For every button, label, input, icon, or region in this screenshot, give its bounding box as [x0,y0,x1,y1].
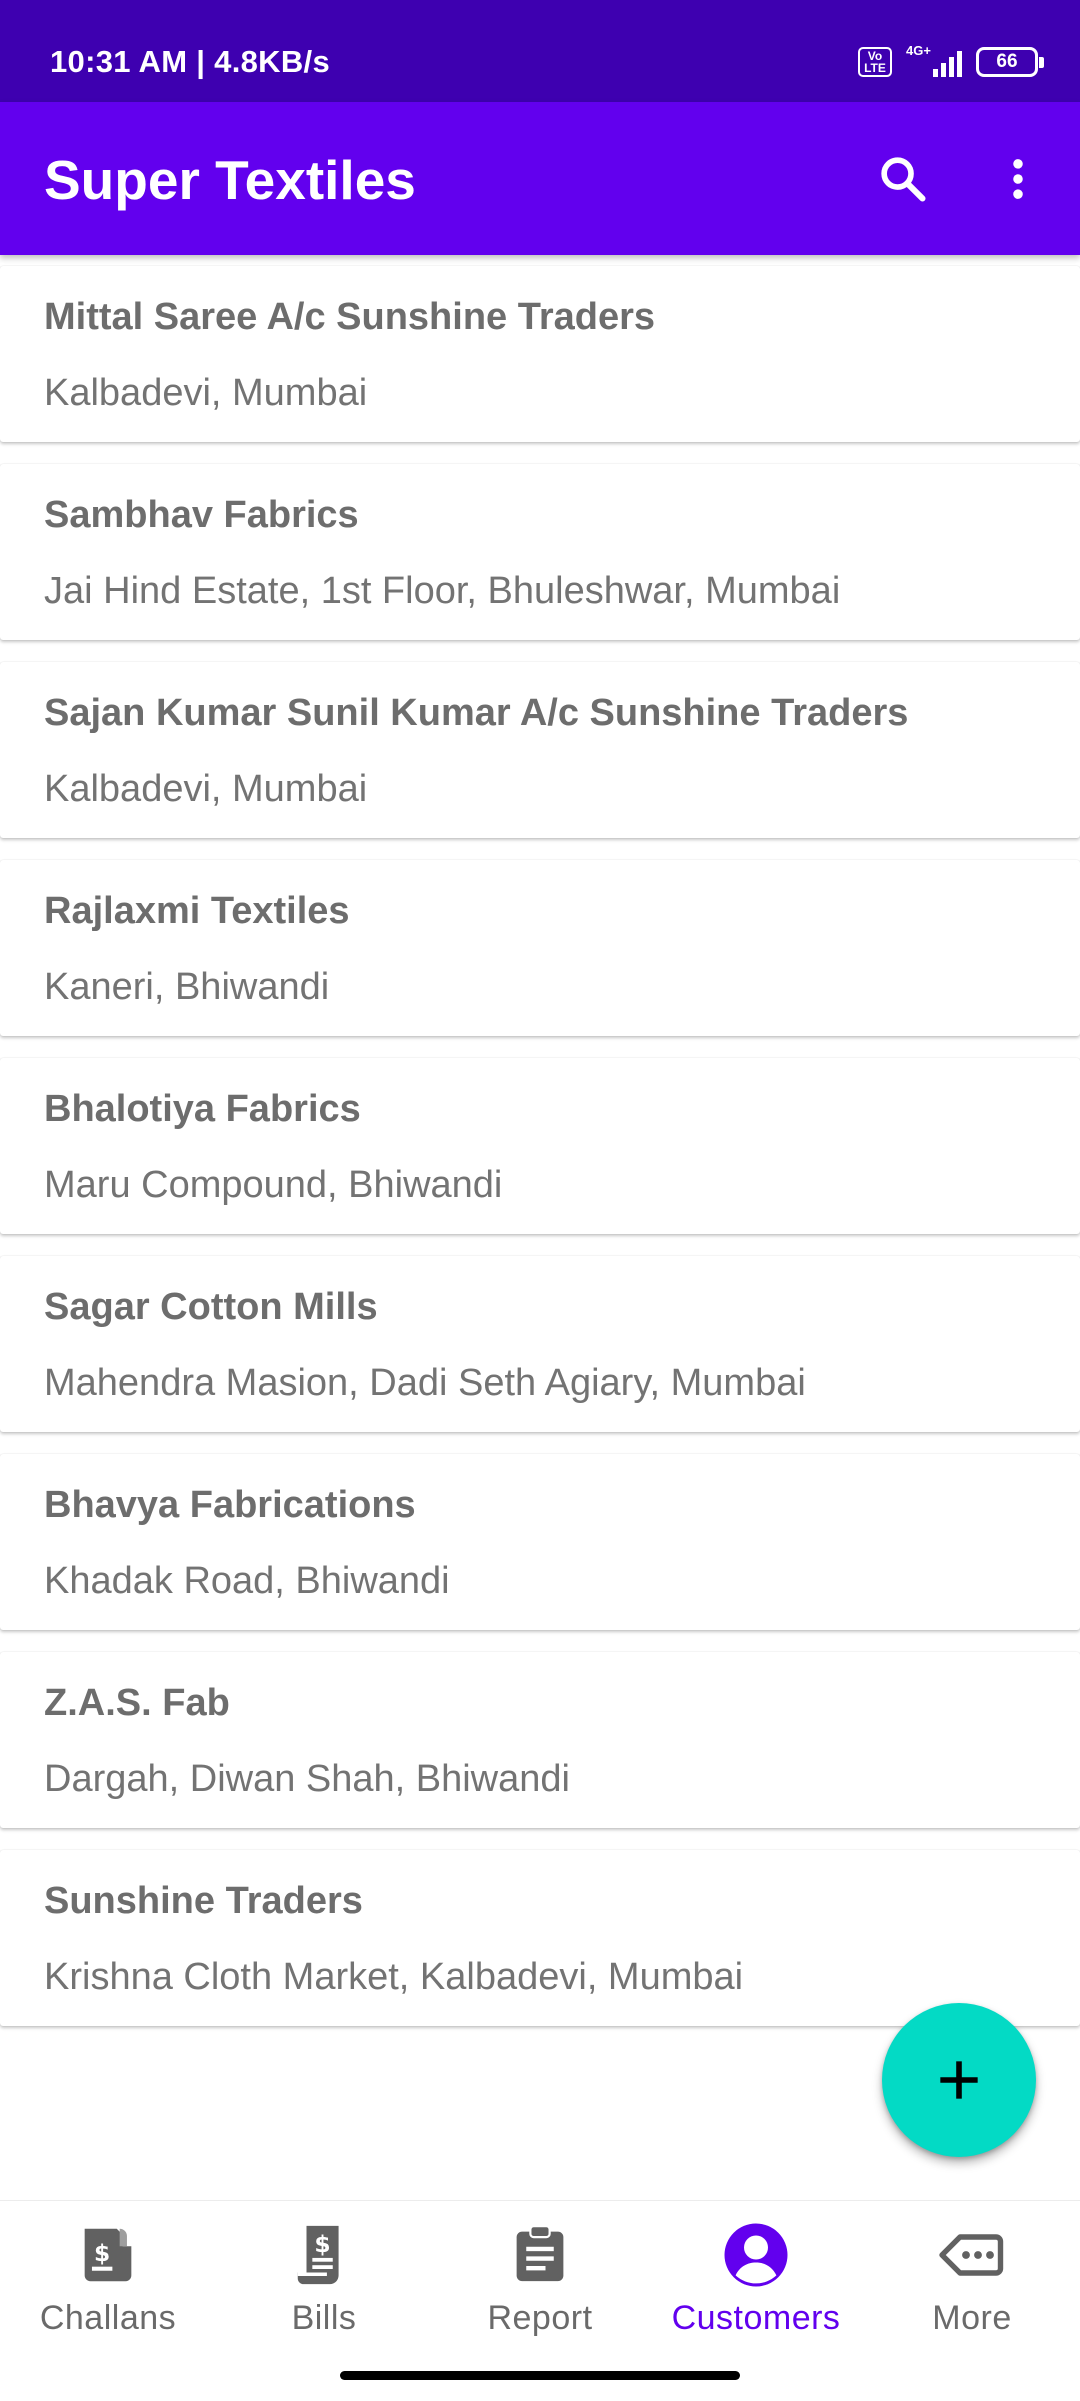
status-bar: 10:31 AM | 4.8KB/s Vo LTE 4G+ 66 [0,0,1080,102]
nav-label: Bills [291,2299,357,2337]
customer-address: Maru Compound, Bhiwandi [44,1164,503,1206]
signal-bars [933,51,962,77]
more-vert-icon [1013,159,1023,199]
network-type-label: 4G+ [906,43,931,58]
status-time: 10:31 AM | 4.8KB/s [50,44,330,79]
customer-address: Kalbadevi, Mumbai [44,372,368,414]
nav-label: Customers [671,2299,841,2337]
customer-card[interactable]: Bhavya Fabrications Khadak Road, Bhiwand… [0,1454,1080,1630]
customer-name: Bhavya Fabrications [44,1484,416,1526]
nav-item-more[interactable]: More [864,2219,1080,2349]
customer-card[interactable]: Z.A.S. Fab Dargah, Diwan Shah, Bhiwandi [0,1652,1080,1828]
svg-text:$: $ [314,2230,330,2258]
search-button[interactable] [868,144,938,214]
customer-name: Rajlaxmi Textiles [44,890,350,932]
customer-address: Mahendra Masion, Dadi Seth Agiary, Mumba… [44,1362,806,1404]
nav-item-customers[interactable]: Customers [648,2219,864,2349]
nav-label: Challans [39,2299,177,2337]
svg-text:$: $ [94,2239,110,2267]
nav-item-bills[interactable]: $ Bills [216,2219,432,2349]
customer-name: Sambhav Fabrics [44,494,359,536]
app-bar: Super Textiles [0,102,1080,255]
search-icon [881,157,926,202]
app-title: Super Textiles [44,149,416,211]
customer-card[interactable]: Sagar Cotton Mills Mahendra Masion, Dadi… [0,1256,1080,1432]
customer-name: Bhalotiya Fabrics [44,1088,361,1130]
customer-address: Kaneri, Bhiwandi [44,966,330,1008]
customer-address: Jai Hind Estate, 1st Floor, Bhuleshwar, … [44,570,841,612]
customer-card[interactable]: Mittal Saree A/c Sunshine Traders Kalbad… [0,266,1080,442]
volte-bottom-label: LTE [864,61,886,75]
nav-item-challans[interactable]: $ Challans [0,2219,216,2349]
bill-icon: $ [288,2219,360,2291]
nav-item-report[interactable]: Report [432,2219,648,2349]
volte-icon: Vo LTE [858,47,892,77]
customer-name: Sajan Kumar Sunil Kumar A/c Sunshine Tra… [44,692,909,734]
signal-icon: 4G+ [906,43,962,79]
customer-name: Sagar Cotton Mills [44,1286,378,1328]
clipboard-icon [504,2219,576,2291]
customer-card[interactable]: Sambhav Fabrics Jai Hind Estate, 1st Flo… [0,464,1080,640]
add-customer-button[interactable] [882,2003,1036,2157]
status-icons: Vo LTE 4G+ 66 [858,43,1044,80]
home-indicator[interactable] [340,2371,740,2380]
customer-address: Kalbadevi, Mumbai [44,768,368,810]
customer-address: Dargah, Diwan Shah, Bhiwandi [44,1758,570,1800]
plus-icon [940,2061,978,2099]
customer-card[interactable]: Bhalotiya Fabrics Maru Compound, Bhiwand… [0,1058,1080,1234]
customer-card[interactable]: Sunshine Traders Krishna Cloth Market, K… [0,1850,1080,2026]
overflow-menu-button[interactable] [983,144,1053,214]
account-icon [720,2219,792,2291]
nav-label: More [932,2299,1012,2337]
challan-icon: $ [72,2219,144,2291]
customer-name: Z.A.S. Fab [44,1682,230,1724]
customer-card[interactable]: Rajlaxmi Textiles Kaneri, Bhiwandi [0,860,1080,1036]
customer-name: Sunshine Traders [44,1880,363,1922]
more-tag-icon [936,2219,1008,2291]
customer-address: Krishna Cloth Market, Kalbadevi, Mumbai [44,1956,744,1998]
customer-name: Mittal Saree A/c Sunshine Traders [44,296,656,338]
battery-level: 66 [996,51,1018,72]
nav-label: Report [487,2299,593,2337]
customer-card[interactable]: Sajan Kumar Sunil Kumar A/c Sunshine Tra… [0,662,1080,838]
customer-address: Khadak Road, Bhiwandi [44,1560,450,1602]
battery-icon: 66 [976,47,1044,77]
